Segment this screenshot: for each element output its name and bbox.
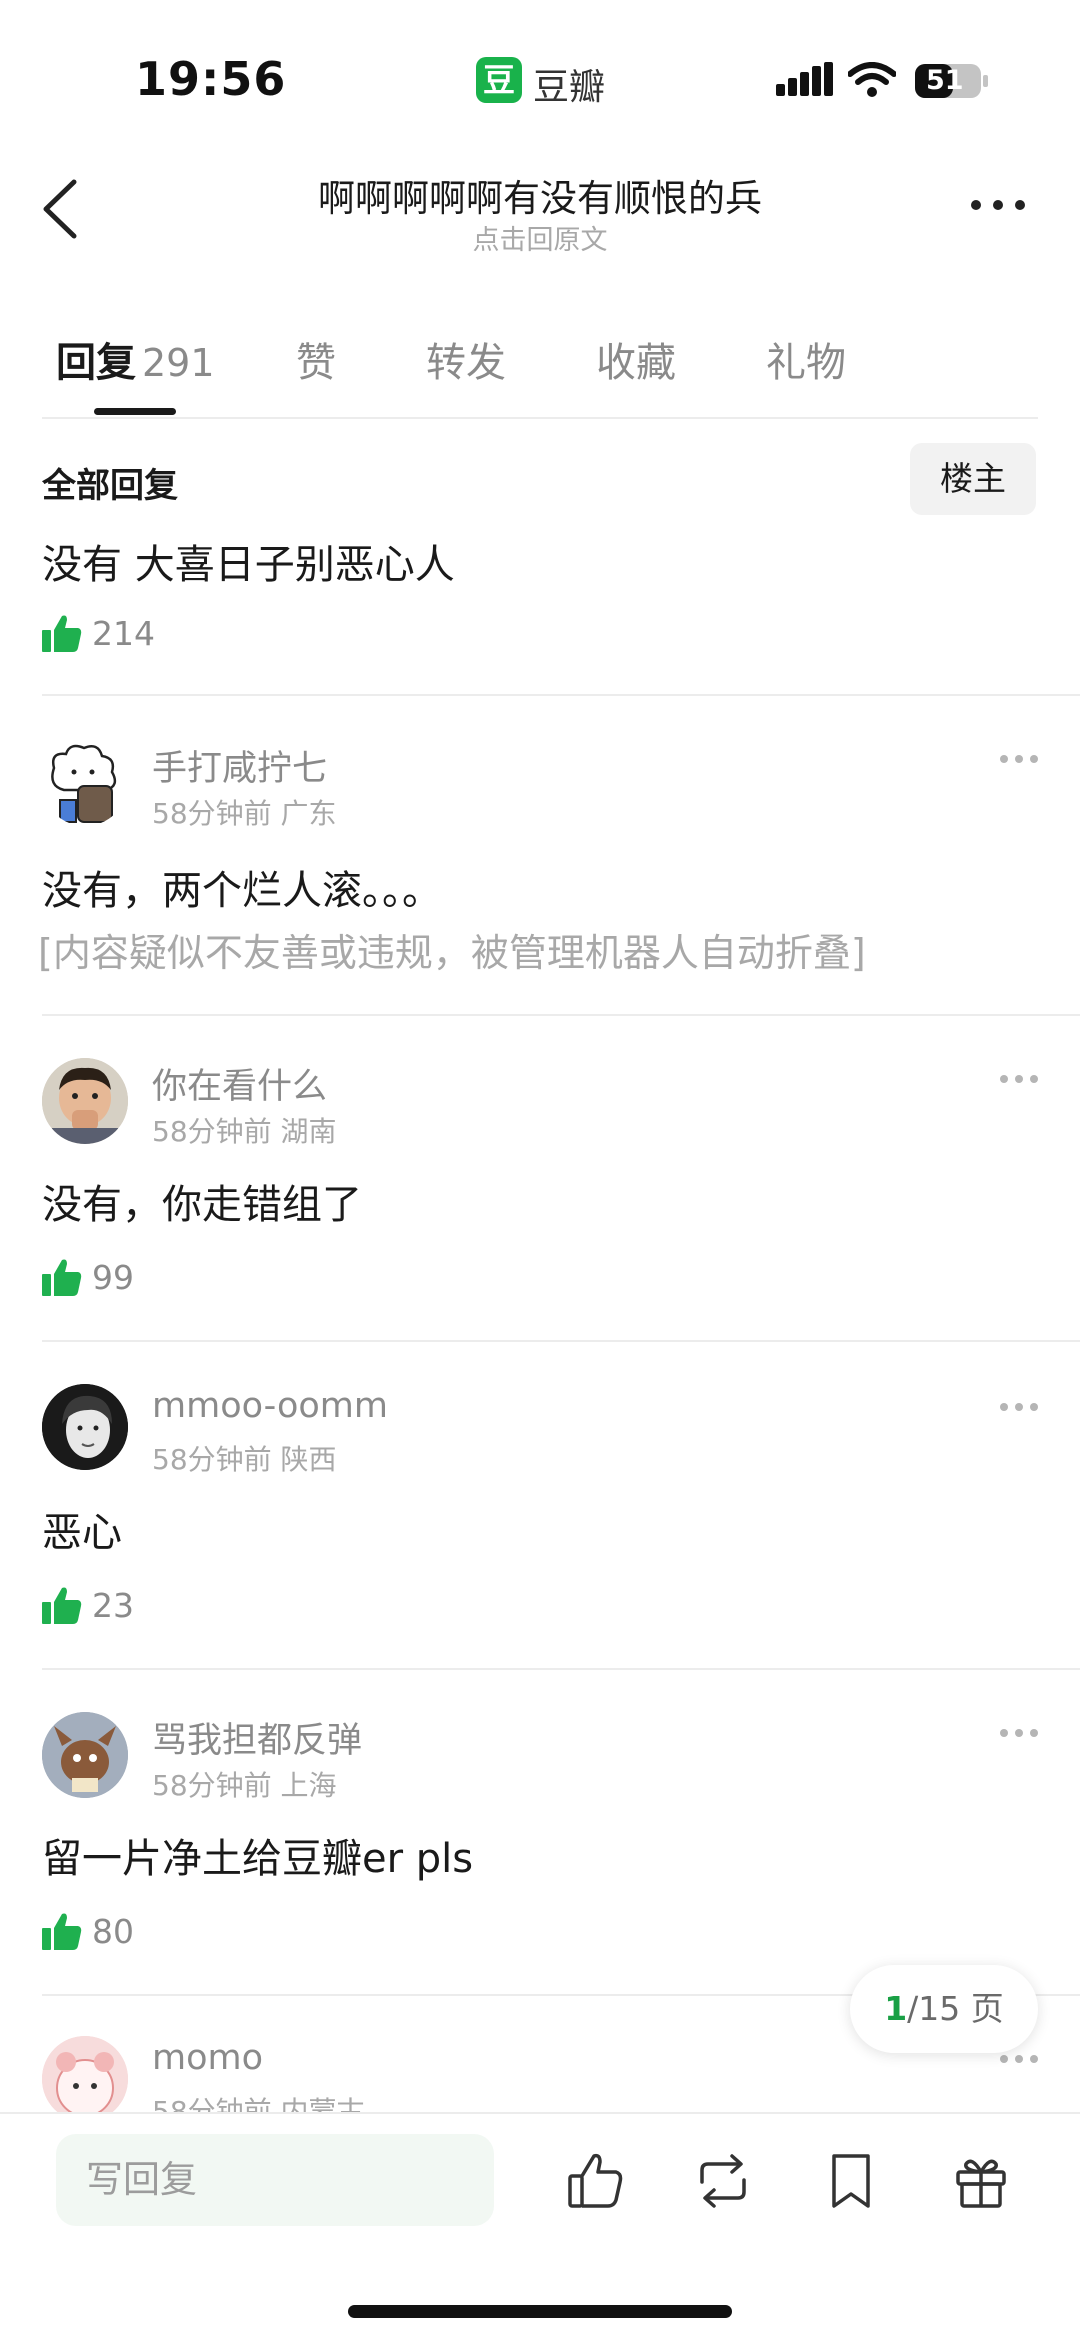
tab-likes[interactable]: 赞 (296, 330, 426, 388)
battery-icon: 51 (914, 62, 990, 100)
thumbs-up-icon[interactable] (42, 1912, 82, 1950)
signal-icon (776, 62, 833, 96)
tab-favorites[interactable]: 收藏 (596, 330, 766, 388)
comment-divider (42, 694, 1080, 696)
comment-more-icon[interactable] (998, 1072, 1040, 1086)
avatar[interactable] (42, 740, 128, 826)
tab-gifts[interactable]: 礼物 (766, 330, 886, 388)
comment-location: 上海 (280, 1769, 337, 1802)
thumbs-up-icon[interactable] (42, 614, 82, 652)
tab-divider (42, 417, 1038, 419)
current-page: 1 (884, 1989, 908, 2028)
reply-input[interactable]: 写回复 (56, 2134, 494, 2226)
tab-replies-label: 回复 (56, 340, 136, 386)
comment-time: 58分钟前 (152, 797, 272, 830)
app-name: 豆瓣 (533, 67, 606, 108)
comment-content: 留一片净土给豆瓣er pls (42, 1836, 474, 1882)
status-time: 19:56 (135, 52, 287, 106)
more-options-icon[interactable] (968, 190, 1028, 220)
thumbs-up-icon[interactable] (42, 1586, 82, 1624)
post-title[interactable]: 啊啊啊啊啊有没有顺恨的兵 (0, 168, 1080, 222)
comment-location: 陕西 (280, 1443, 337, 1476)
like-count: 80 (92, 1912, 134, 1951)
comment-username[interactable]: mmoo-oomm (152, 1386, 388, 1426)
owner-only-button[interactable]: 楼主 (910, 443, 1036, 515)
avatar[interactable] (42, 1058, 128, 1144)
tab-replies-count: 291 (142, 341, 215, 385)
comment-divider (42, 1340, 1080, 1342)
comment-divider (42, 1014, 1080, 1016)
comment-time: 58分钟前 (152, 1443, 272, 1476)
all-replies-label: 全部回复 (42, 466, 178, 506)
comment-more-icon[interactable] (998, 1726, 1040, 1740)
comment-more-icon[interactable] (998, 752, 1040, 766)
tab-bar: 回复 291 赞 转发 收藏 礼物 (56, 330, 886, 388)
battery-level: 51 (926, 65, 964, 96)
comment-content: 没有，你走错组了 (42, 1182, 362, 1228)
bookmark-icon[interactable] (822, 2152, 880, 2210)
comment-meta: 58分钟前 湖南 (152, 1110, 337, 1150)
tab-replies[interactable]: 回复 291 (56, 330, 296, 388)
comment-location: 广东 (280, 797, 337, 830)
folded-notice[interactable]: [内容疑似不友善或违规，被管理机器人自动折叠] (38, 922, 866, 977)
back-to-original-link[interactable]: 点击回原文 (0, 218, 1080, 257)
comment-meta: 58分钟前 陕西 (152, 1438, 337, 1478)
comment-more-icon[interactable] (998, 1400, 1040, 1414)
page-indicator[interactable]: 1/15 页 (850, 1965, 1038, 2053)
comment-meta: 58分钟前 上海 (152, 1764, 337, 1804)
repost-icon[interactable] (694, 2152, 752, 2210)
comment-username[interactable]: 骂我担都反弹 (152, 1712, 362, 1763)
active-tab-indicator (94, 408, 176, 415)
comment-content: 没有 大喜日子别恶心人 (42, 542, 455, 588)
comment-location: 湖南 (280, 1115, 337, 1148)
tab-reposts[interactable]: 转发 (426, 330, 596, 388)
comment-meta: 58分钟前 广东 (152, 792, 337, 832)
comment-time: 58分钟前 (152, 1769, 272, 1802)
comment-username[interactable]: momo (152, 2038, 263, 2078)
comment-username[interactable]: 手打咸拧七 (152, 740, 327, 791)
comment-content: 没有，两个烂人滚。。。 (42, 868, 442, 914)
douban-app-badge: 豆 (476, 57, 522, 103)
comment-content: 恶心 (42, 1510, 122, 1556)
comment-divider (42, 1668, 1080, 1670)
home-indicator (348, 2305, 732, 2318)
like-count: 99 (92, 1258, 134, 1297)
like-button-icon[interactable] (566, 2152, 624, 2210)
comment-username[interactable]: 你在看什么 (152, 1058, 327, 1109)
comment-more-icon[interactable] (998, 2052, 1040, 2066)
thumbs-up-icon[interactable] (42, 1258, 82, 1296)
avatar[interactable] (42, 1384, 128, 1470)
comment-time: 58分钟前 (152, 1115, 272, 1148)
wifi-icon (848, 62, 896, 97)
like-count: 23 (92, 1586, 134, 1625)
total-pages: /15 页 (907, 1989, 1004, 2028)
avatar[interactable] (42, 1712, 128, 1798)
like-count: 214 (92, 614, 155, 653)
gift-icon[interactable] (952, 2152, 1010, 2210)
avatar[interactable] (42, 2036, 128, 2122)
